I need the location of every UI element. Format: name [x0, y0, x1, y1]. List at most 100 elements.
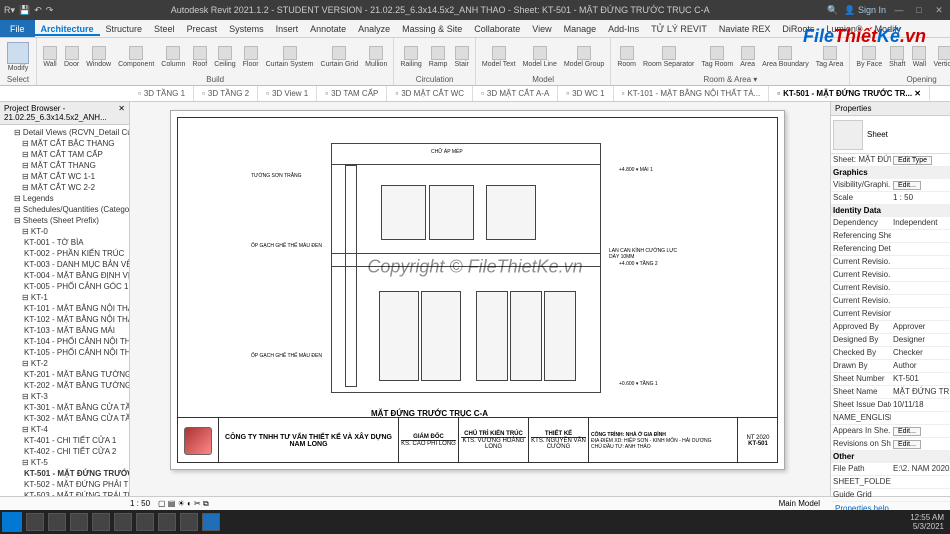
tree-node[interactable]: KT-103 - MẶT BẰNG MÁI	[2, 325, 127, 336]
drawing-canvas[interactable]: CHỮ ÁP MÉP TƯỜNG SƠN TRẮNG ỐP GẠCH GHẾ T…	[130, 102, 830, 496]
ribbon-tab-diroots[interactable]: DiRoots	[776, 24, 820, 34]
tree-node[interactable]: ⊟ MẶT CẮT BẬC THANG	[2, 138, 127, 149]
prop-row[interactable]: Referencing Sheet	[831, 230, 950, 243]
tree-node[interactable]: KT-104 - PHỐI CẢNH NỘI THẤT T.	[2, 336, 127, 347]
prop-row[interactable]: Referencing Det...	[831, 243, 950, 256]
column-button[interactable]: Column	[159, 45, 187, 69]
stair-button[interactable]: Stair	[452, 45, 470, 69]
tree-node[interactable]: ⊟ KT-0	[2, 226, 127, 237]
tree-node[interactable]: KT-005 - PHỐI CẢNH GÓC 1	[2, 281, 127, 292]
view-tab[interactable]: ▫3D MẶT CẮT A-A	[473, 86, 558, 101]
tag-room-button[interactable]: Tag Room	[699, 45, 735, 69]
window-button[interactable]: Window	[84, 45, 113, 69]
edit-button[interactable]: Edit...	[893, 181, 921, 190]
prop-row[interactable]: File PathE:\2. NAM 2020...	[831, 463, 950, 476]
prop-row[interactable]: Scale1 : 50	[831, 192, 950, 205]
floor-button[interactable]: Floor	[241, 45, 261, 69]
ribbon-tab-annotate[interactable]: Annotate	[304, 24, 352, 34]
edit-button[interactable]: Edit...	[893, 427, 921, 436]
tree-node[interactable]: KT-302 - MẶT BẰNG CỬA TẦNG	[2, 413, 127, 424]
by-face-button[interactable]: By Face	[854, 45, 884, 69]
task-view-icon[interactable]	[48, 513, 66, 531]
edge-icon[interactable]	[92, 513, 110, 531]
tree-node[interactable]: ⊟ MẶT CẮT TAM CẤP	[2, 149, 127, 160]
prop-row[interactable]: Checked ByChecker	[831, 347, 950, 360]
curtain-grid-button[interactable]: Curtain Grid	[318, 45, 360, 69]
ribbon-tab-collaborate[interactable]: Collaborate	[468, 24, 526, 34]
tree-node[interactable]: KT-401 - CHI TIẾT CỬA 1	[2, 435, 127, 446]
room-button[interactable]: Room	[615, 45, 638, 69]
wall-open-button[interactable]: Wall	[910, 45, 928, 69]
prop-row[interactable]: Appears In She...Edit...	[831, 425, 950, 438]
close-icon[interactable]: ✕	[932, 5, 946, 16]
maximize-icon[interactable]: □	[912, 5, 926, 15]
tag-area-button[interactable]: Tag Area	[814, 45, 846, 69]
prop-row[interactable]: DependencyIndependent	[831, 217, 950, 230]
ceiling-button[interactable]: Ceiling	[212, 45, 237, 69]
tree-node[interactable]: KT-201 - MẶT BẰNG TƯỜNG XÂY	[2, 369, 127, 380]
prop-row[interactable]: SHEET_FOLDER	[831, 476, 950, 489]
ribbon-tab-addins[interactable]: Add-Ins	[602, 24, 645, 34]
excel-icon[interactable]	[158, 513, 176, 531]
mullion-button[interactable]: Mullion	[363, 45, 389, 69]
ribbon-tab-modify[interactable]: Modify	[869, 24, 908, 34]
component-button[interactable]: Component	[116, 45, 156, 69]
tree-node[interactable]: ⊟ KT-2	[2, 358, 127, 369]
prop-row[interactable]: Designed ByDesigner	[831, 334, 950, 347]
redo-icon[interactable]: ↷	[46, 5, 54, 16]
tree-node[interactable]: KT-501 - MẶT ĐỨNG TRƯỚC TR	[2, 468, 127, 479]
revit-taskbar-icon[interactable]	[202, 513, 220, 531]
search-icon[interactable]: 🔍	[827, 5, 838, 16]
minimize-icon[interactable]: —	[892, 5, 906, 15]
tree-node[interactable]: ⊟ KT-1	[2, 292, 127, 303]
ramp-button[interactable]: Ramp	[427, 45, 450, 69]
tree-node[interactable]: KT-002 - PHẦN KIẾN TRÚC	[2, 248, 127, 259]
room-sep-button[interactable]: Room Separator	[641, 45, 696, 69]
tree-node[interactable]: ⊟ Legends	[2, 193, 127, 204]
railing-button[interactable]: Railing	[398, 45, 423, 69]
edit-type-button[interactable]: Edit Type	[893, 156, 932, 165]
ribbon-tab-analyze[interactable]: Analyze	[352, 24, 396, 34]
tree-node[interactable]: ⊟ KT-5	[2, 457, 127, 468]
tree-node[interactable]: ⊟ KT-4	[2, 424, 127, 435]
view-tab[interactable]: ▫3D View 1	[258, 86, 317, 101]
wall-button[interactable]: Wall	[41, 45, 59, 69]
edit-button[interactable]: Edit...	[893, 440, 921, 449]
prop-row[interactable]: Approved ByApprover	[831, 321, 950, 334]
tree-node[interactable]: ⊟ Detail Views (RCVN_Detail Cùng Bản V	[2, 127, 127, 138]
ribbon-tab-manage[interactable]: Manage	[558, 24, 603, 34]
prop-row[interactable]: Visibility/Graphi...Edit...	[831, 179, 950, 192]
ribbon-tab-systems[interactable]: Systems	[223, 24, 270, 34]
tree-node[interactable]: KT-003 - DANH MỤC BẢN VẼ	[2, 259, 127, 270]
chrome-icon[interactable]	[114, 513, 132, 531]
view-tab[interactable]: ▫3D TẦNG 2	[194, 86, 258, 101]
close-panel-icon[interactable]: ✕	[118, 104, 125, 122]
prop-row[interactable]: NAME_ENGLISH	[831, 412, 950, 425]
tree-node[interactable]: KT-301 - MẶT BẰNG CỬA TẦNG	[2, 402, 127, 413]
save-icon[interactable]: 💾	[19, 5, 30, 16]
prop-row[interactable]: Sheet NumberKT-501	[831, 373, 950, 386]
prop-row[interactable]: Current Revisio...	[831, 256, 950, 269]
model-text-button[interactable]: Model Text	[480, 45, 518, 69]
prop-row[interactable]: Revisions on Sh...Edit...	[831, 438, 950, 451]
view-tab[interactable]: ▫3D TAM CẤP	[317, 86, 387, 101]
start-button[interactable]	[2, 512, 22, 532]
model-line-button[interactable]: Model Line	[521, 45, 559, 69]
tree-node[interactable]: KT-402 - CHI TIẾT CỬA 2	[2, 446, 127, 457]
ribbon-tab-precast[interactable]: Precast	[181, 24, 224, 34]
tree-node[interactable]: ⊟ Schedules/Quantities (Category_RCVN	[2, 204, 127, 215]
area-button[interactable]: Area	[738, 45, 757, 69]
file-tab[interactable]: File	[0, 20, 35, 37]
tree-node[interactable]: KT-101 - MẶT BẰNG NỘI THẤT TÁ	[2, 303, 127, 314]
ribbon-tab-naviaterex[interactable]: Naviate REX	[713, 24, 777, 34]
signin-button[interactable]: 👤 Sign In	[844, 5, 886, 16]
view-control-bar[interactable]: 1 : 50 ▢ ▤ ☀ ◐ ✂ ⧉ Main Model	[0, 496, 950, 510]
ribbon-tab-structure[interactable]: Structure	[100, 24, 149, 34]
tree-node[interactable]: ⊟ MẶT CẮT WC 1-1	[2, 171, 127, 182]
modify-button[interactable]: Modify	[4, 41, 32, 73]
prop-row[interactable]: Sheet NameMẶT ĐỨNG TRƯ...	[831, 386, 950, 399]
ribbon-tab-view[interactable]: View	[526, 24, 557, 34]
project-tree[interactable]: ⊟ Detail Views (RCVN_Detail Cùng Bản V⊟ …	[0, 125, 129, 496]
tree-node[interactable]: ⊟ MẶT CẮT WC 2-2	[2, 182, 127, 193]
area-boundary-button[interactable]: Area Boundary	[760, 45, 811, 69]
